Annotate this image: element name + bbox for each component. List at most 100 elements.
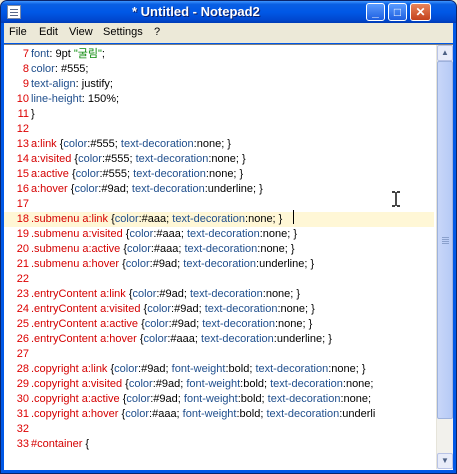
code-token: :#555; [101,153,136,165]
code-token: :#9ad; [98,183,132,195]
code-token: : #555; [54,63,89,75]
code-token: text-decoration [204,303,278,315]
code-line[interactable]: 16 a:hover {color:#9ad; text-decoration:u… [4,182,434,197]
code-line[interactable]: 8 color: #555; [4,62,434,77]
minimize-button[interactable]: _ [366,3,385,21]
code-token: { [68,168,76,180]
code-line[interactable]: 28 .copyright a:link {color:#9ad; font-we… [4,362,434,377]
menu-settings[interactable]: Settings [103,26,143,38]
close-button[interactable]: ✕ [410,3,431,21]
code-line[interactable]: 25 .entryContent a:active {color:#9ad; te… [4,317,434,332]
code-token: color [126,393,151,405]
code-token: color [147,303,172,315]
line-text: } [31,107,35,122]
line-text: .entryContent a:active {color:#9ad; text… [31,317,312,332]
code-token: font-weight [183,393,238,405]
line-text: font: 9pt "굴림"; [31,47,105,62]
title-bar[interactable]: * Untitled - Notepad2 _ □ ✕ [1,1,456,23]
code-token: :none; } [245,213,283,225]
code-token: line-height [31,93,82,105]
line-text: a:visited {color:#555; text-decoration:n… [31,152,246,167]
code-line[interactable]: 19 .submenu a:visited {color:#aaa; text-d… [4,227,434,242]
line-text: .copyright a:hover {color:#aaa; font-wei… [31,407,375,422]
code-token: .entryContent a [31,303,107,315]
line-text: .submenu a:active {color:#aaa; text-deco… [31,242,295,257]
text-editor[interactable]: 7 font: 9pt "굴림"; 8 color: #555; 9 text-align… [4,44,453,470]
code-line[interactable]: 23 .entryContent a:link {color:#9ad; text… [4,287,434,302]
code-token: color [114,363,139,375]
menu-edit[interactable]: Edit [39,26,58,38]
code-line[interactable]: 22 [4,272,434,287]
code-token: :visited [88,228,123,240]
code-line[interactable]: 27 [4,347,434,362]
code-line[interactable]: 13 a:link {color:#555; text-decoration:no… [4,137,434,152]
code-token: :#aaa; [153,228,187,240]
code-line[interactable]: 24 .entryContent a:visited {color:#9ad; t… [4,302,434,317]
code-line[interactable]: 12 [4,122,434,137]
code-token: : justify; [75,78,113,90]
code-token: :link [87,363,108,375]
code-token: text-decoration [201,333,274,345]
code-token: :none; } [257,243,295,255]
maximize-button[interactable]: □ [388,3,407,21]
code-token: .copyright a [31,378,88,390]
line-text: .submenu a:link {color:#aaa; text-decora… [31,212,282,227]
code-token: :active [88,243,121,255]
code-line[interactable]: 11} [4,107,434,122]
line-number: 11 [17,108,29,120]
code-line[interactable]: 21 .submenu a:hover {color:#9ad; text-dec… [4,257,434,272]
code-token: { [138,318,145,330]
line-number: 10 [16,93,29,105]
code-token: :#555; [87,138,121,150]
code-line[interactable]: 33 #container { [4,437,434,452]
line-text: .submenu a:hover {color:#9ad; text-decor… [31,257,314,272]
menu-help[interactable]: ? [154,26,160,38]
code-token: color [144,318,169,330]
line-number: 28 [16,363,29,375]
code-token: text-decoration [190,288,263,300]
line-number: 13 [16,138,29,150]
line-text: line-height: 150%; [31,92,119,107]
code-line[interactable]: 10 line-height: 150%; [4,92,434,107]
code-token: :none; } [275,318,313,330]
code-token: color [78,153,102,165]
line-text: .entryContent a:hover {color:#aaa; text-… [31,332,332,347]
code-token: .entryContent a [31,288,107,300]
code-line[interactable]: 18 .submenu a:link {color:#aaa; text-deco… [4,212,434,227]
scroll-up-button[interactable]: ▲ [437,45,453,61]
code-token: :#aaa; [149,408,183,420]
code-line[interactable]: 20 .submenu a:active {color:#aaa; text-de… [4,242,434,257]
scroll-thumb[interactable] [437,61,453,419]
code-line[interactable]: 29 .copyright a:visited {color:#9ad; font… [4,377,434,392]
line-text: .copyright a:link {color:#9ad; font-weig… [31,362,366,377]
menu-file[interactable]: File [9,26,27,38]
line-number: 21 [16,258,29,270]
code-line[interactable]: 32 [4,422,434,437]
notepad-app-icon[interactable] [7,5,21,19]
code-token: :#aaa; [167,333,202,345]
line-number: 22 [16,273,29,285]
code-token: :visited [106,303,141,315]
code-token: :hover [106,333,137,345]
code-line[interactable]: 14 a:visited {color:#555; text-decoration… [4,152,434,167]
code-line[interactable]: 15 a:active {color:#555; text-decoration:… [4,167,434,182]
code-token: .submenu a [31,258,89,270]
vertical-scrollbar[interactable]: ▲ ▼ [436,45,453,469]
code-line[interactable]: 30 .copyright a:active {color:#9ad; font-… [4,392,434,407]
code-line[interactable]: 26 .entryContent a:hover {color:#aaa; tex… [4,332,434,347]
code-token: :#9ad; [171,303,205,315]
code-line[interactable]: 7 font: 9pt "굴림"; [4,47,434,62]
line-number: 31 [16,408,29,420]
line-text: text-align: justify; [31,77,113,92]
line-text: a:active {color:#555; text-decoration:no… [31,167,243,182]
line-text: a:hover {color:#9ad; text-decoration:und… [31,182,263,197]
code-token: :#9ad; [156,288,190,300]
menu-view[interactable]: View [69,26,93,38]
line-number: 15 [16,168,29,180]
code-line[interactable]: 31 .copyright a:hover {color:#aaa; font-w… [4,407,434,422]
code-token: : 150%; [81,93,120,105]
scroll-down-button[interactable]: ▼ [437,453,453,469]
code-line[interactable]: 9 text-align: justify; [4,77,434,92]
code-line[interactable]: 17 [4,197,434,212]
code-token: { [136,333,144,345]
